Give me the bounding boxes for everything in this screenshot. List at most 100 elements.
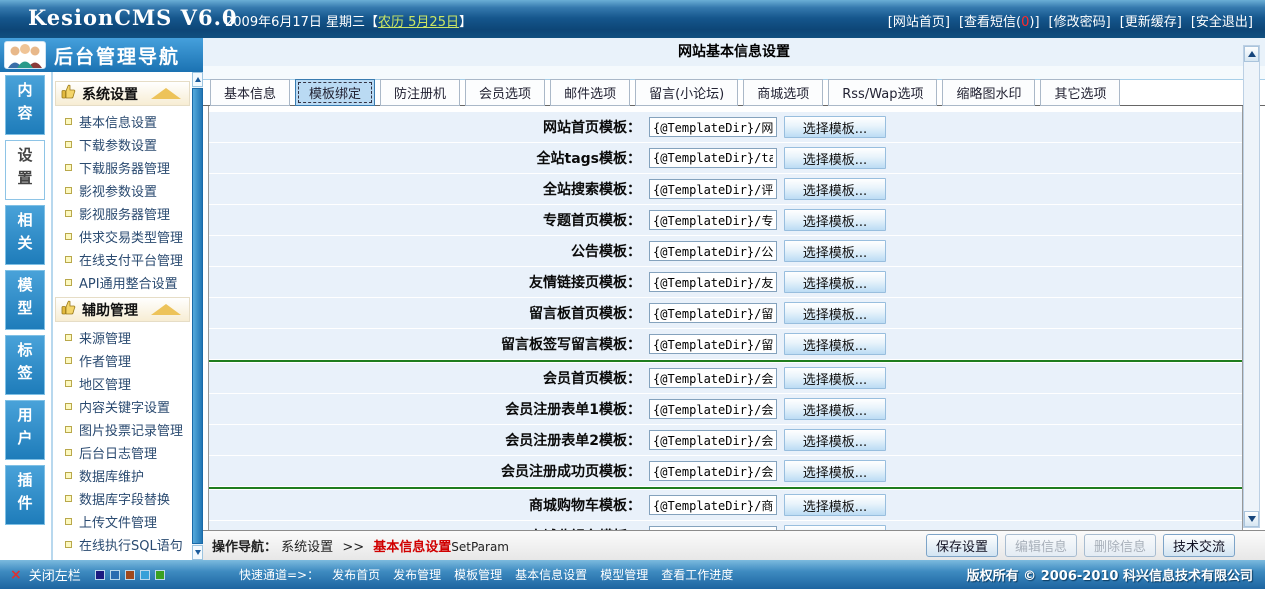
menu-item[interactable]: 内容关键字设置 — [55, 395, 192, 418]
link-refresh-cache[interactable]: [更新缓存] — [1120, 11, 1182, 30]
sidebar-body: 内容 设置 相关 模型 标签 用户 插件 — [0, 72, 203, 560]
scroll-down-icon[interactable] — [1244, 511, 1259, 527]
quick-link[interactable]: 发布管理 — [393, 566, 441, 583]
sidebar-scrollbar[interactable] — [192, 72, 203, 560]
sidebar-tab[interactable]: 设置 — [5, 140, 45, 200]
theme-color-swatch[interactable] — [140, 570, 150, 580]
sidebar-tab[interactable]: 标签 — [5, 335, 45, 395]
menu-item[interactable]: 下载参数设置 — [55, 133, 192, 156]
menu-item[interactable]: 作者管理 — [55, 349, 192, 372]
menu-item[interactable]: 数据库维护 — [55, 464, 192, 487]
theme-color-swatch[interactable] — [155, 570, 165, 580]
choose-template-button[interactable]: 选择模板... — [784, 429, 886, 451]
nav-current-page[interactable]: 基本信息设置 — [373, 540, 451, 555]
nav-section[interactable]: 系统设置 — [281, 540, 333, 555]
menu-item-label: 在线执行SQL语句 — [79, 535, 183, 554]
tab[interactable]: 商城选项 — [743, 79, 823, 106]
choose-template-button[interactable]: 选择模板... — [784, 209, 886, 231]
template-path-input[interactable] — [649, 430, 777, 450]
scroll-up-icon[interactable] — [1244, 46, 1259, 62]
tab[interactable]: 邮件选项 — [550, 79, 630, 106]
template-path-input[interactable] — [649, 210, 777, 230]
choose-template-button[interactable]: 选择模板... — [784, 460, 886, 482]
template-path-input[interactable] — [649, 117, 777, 137]
choose-template-button[interactable]: 选择模板... — [784, 494, 886, 516]
link-site-home[interactable]: [网站首页] — [888, 11, 950, 30]
menu-section-header[interactable]: 系统设置 — [55, 81, 190, 106]
quick-link[interactable]: 发布首页 — [332, 566, 380, 583]
menu-item[interactable]: 来源管理 — [55, 326, 192, 349]
choose-template-button[interactable]: 选择模板... — [784, 271, 886, 293]
bullet-icon — [65, 141, 72, 148]
menu-item[interactable]: 地区管理 — [55, 372, 192, 395]
menu-item[interactable]: 图片投票记录管理 — [55, 418, 192, 441]
scroll-up-icon[interactable] — [192, 72, 203, 87]
menu-item[interactable]: 在线支付平台管理 — [55, 248, 192, 271]
tab[interactable]: 模板绑定 — [295, 79, 375, 106]
menu-item[interactable]: 影视参数设置 — [55, 179, 192, 202]
menu-item[interactable]: 影视服务器管理 — [55, 202, 192, 225]
quick-link[interactable]: 查看工作进度 — [661, 566, 733, 583]
template-path-input[interactable] — [649, 495, 777, 515]
sidebar-tab[interactable]: 相关 — [5, 205, 45, 265]
action-button[interactable]: 编辑信息 — [1005, 534, 1077, 557]
menu-item[interactable]: 在线执行SQL语句 — [55, 533, 192, 556]
template-path-input[interactable] — [649, 399, 777, 419]
template-path-input[interactable] — [649, 148, 777, 168]
close-left-panel-link[interactable]: 关闭左栏 — [29, 565, 81, 584]
choose-template-button[interactable]: 选择模板... — [784, 367, 886, 389]
template-path-input[interactable] — [649, 368, 777, 388]
link-view-messages[interactable]: [查看短信(0)] — [959, 11, 1040, 30]
choose-template-button[interactable]: 选择模板... — [784, 302, 886, 324]
tab[interactable]: 会员选项 — [465, 79, 545, 106]
theme-color-swatch[interactable] — [110, 570, 120, 580]
main-scrollbar[interactable] — [1243, 45, 1260, 528]
tab[interactable]: 防注册机 — [380, 79, 460, 106]
tab[interactable]: 留言(小论坛) — [635, 79, 738, 106]
choose-template-button[interactable]: 选择模板... — [784, 240, 886, 262]
tab[interactable]: 其它选项 — [1040, 79, 1120, 106]
tab[interactable]: 缩略图水印 — [942, 79, 1035, 106]
menu-item[interactable]: 基本信息设置 — [55, 110, 192, 133]
action-button[interactable]: 保存设置 — [926, 534, 998, 557]
template-path-input[interactable] — [649, 179, 777, 199]
menu-item[interactable]: 下载服务器管理 — [55, 156, 192, 179]
bullet-icon — [65, 426, 72, 433]
tab[interactable]: Rss/Wap选项 — [828, 79, 937, 106]
choose-template-button[interactable]: 选择模板... — [784, 398, 886, 420]
sidebar-tab[interactable]: 模型 — [5, 270, 45, 330]
menu-section-header[interactable]: 辅助管理 — [55, 297, 190, 322]
menu-item[interactable]: 上传文件管理 — [55, 510, 192, 533]
menu-item[interactable]: 数据库字段替换 — [55, 487, 192, 510]
menu-item[interactable]: 供求交易类型管理 — [55, 225, 192, 248]
choose-template-button[interactable]: 选择模板... — [784, 116, 886, 138]
sidebar-tab[interactable]: 用户 — [5, 400, 45, 460]
sidebar-scrollbar-thumb[interactable] — [192, 88, 203, 544]
template-path-input[interactable] — [649, 334, 777, 354]
scroll-down-icon[interactable] — [192, 545, 203, 560]
theme-color-swatch[interactable] — [125, 570, 135, 580]
link-logout[interactable]: [安全退出] — [1191, 11, 1253, 30]
quick-link[interactable]: 模板管理 — [454, 566, 502, 583]
action-button[interactable]: 删除信息 — [1084, 534, 1156, 557]
close-icon[interactable]: × — [10, 567, 22, 583]
link-change-password[interactable]: [修改密码] — [1049, 11, 1111, 30]
choose-template-button[interactable]: 选择模板... — [784, 178, 886, 200]
menu-item[interactable]: API通用整合设置 — [55, 271, 192, 294]
sidebar-tab[interactable]: 内容 — [5, 75, 45, 135]
lunar-date-link[interactable]: 农历 5月25日 — [378, 15, 459, 30]
choose-template-button[interactable]: 选择模板... — [784, 333, 886, 355]
theme-color-swatch[interactable] — [95, 570, 105, 580]
template-path-input[interactable] — [649, 461, 777, 481]
form-row: 公告模板： 选择模板... — [209, 236, 1242, 266]
menu-item[interactable]: 后台日志管理 — [55, 441, 192, 464]
choose-template-button[interactable]: 选择模板... — [784, 147, 886, 169]
quick-link[interactable]: 基本信息设置 — [515, 566, 587, 583]
template-path-input[interactable] — [649, 241, 777, 261]
template-path-input[interactable] — [649, 272, 777, 292]
quick-link[interactable]: 模型管理 — [600, 566, 648, 583]
tab[interactable]: 基本信息 — [210, 79, 290, 106]
template-path-input[interactable] — [649, 303, 777, 323]
sidebar-tab[interactable]: 插件 — [5, 465, 45, 525]
action-button[interactable]: 技术交流 — [1163, 534, 1235, 557]
